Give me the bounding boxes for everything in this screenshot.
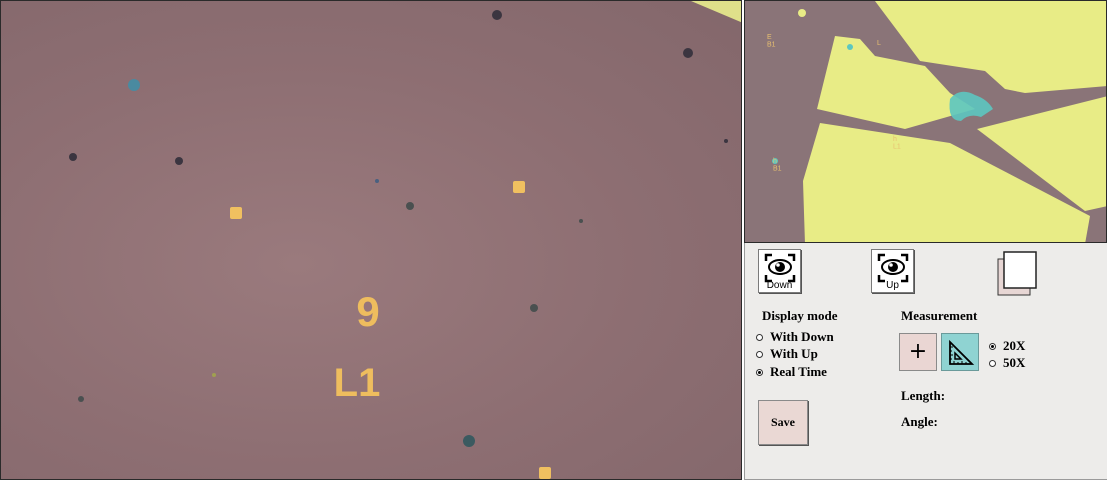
display-mode-with-up[interactable]: With Up — [756, 346, 818, 362]
camera-eye-icon — [764, 253, 796, 283]
radio-label: 20X — [1003, 338, 1026, 353]
display-mode-with-down[interactable]: With Down — [756, 329, 834, 345]
layers-button[interactable] — [997, 249, 1039, 297]
radio-button[interactable] — [756, 333, 763, 341]
crosshair-icon: + — [908, 339, 928, 364]
magnification-20x[interactable]: 20X — [989, 338, 1025, 354]
control-panel: Down Up Display mode With Down With Up R… — [744, 243, 1107, 480]
preview-image[interactable]: E B1 h B1 h L1 L — [744, 0, 1107, 243]
layers-icon — [997, 251, 1037, 296]
display-mode-real-time[interactable]: Real Time — [756, 364, 827, 380]
radio-label: With Down — [770, 329, 834, 344]
radio-button[interactable] — [756, 350, 763, 358]
ruler-triangle-icon — [949, 339, 975, 365]
alignment-dot — [539, 467, 551, 479]
up-button-label: Up — [886, 280, 899, 291]
live-microscope-view[interactable]: 9 L1 — [0, 0, 742, 480]
crosshair-tool-button[interactable]: + — [899, 333, 937, 371]
gold-pad-corner — [691, 1, 741, 23]
radio-button[interactable] — [989, 342, 996, 350]
radio-label: Real Time — [770, 364, 827, 379]
capture-down-button[interactable]: Down — [758, 249, 801, 293]
save-button[interactable]: Save — [758, 400, 808, 445]
camera-eye-icon — [877, 253, 909, 283]
ruler-tool-button[interactable] — [941, 333, 979, 371]
measurement-title: Measurement — [901, 308, 978, 323]
capture-up-button[interactable]: Up — [871, 249, 914, 293]
radio-button[interactable] — [989, 359, 996, 367]
radio-button[interactable] — [756, 368, 763, 376]
alignment-dot — [230, 207, 242, 219]
preview-marker: L — [877, 40, 881, 47]
marker-label-l1: L1 — [334, 361, 381, 405]
display-mode-title: Display mode — [762, 308, 838, 323]
magnification-50x[interactable]: 50X — [989, 355, 1025, 371]
debris-particles — [69, 10, 728, 447]
angle-label: Angle: — [901, 414, 938, 429]
alignment-dot — [513, 181, 525, 193]
length-label: Length: — [901, 388, 946, 403]
down-button-label: Down — [766, 280, 793, 291]
marker-label-9: 9 — [356, 288, 379, 335]
radio-label: With Up — [770, 346, 818, 361]
radio-label: 50X — [1003, 355, 1026, 370]
